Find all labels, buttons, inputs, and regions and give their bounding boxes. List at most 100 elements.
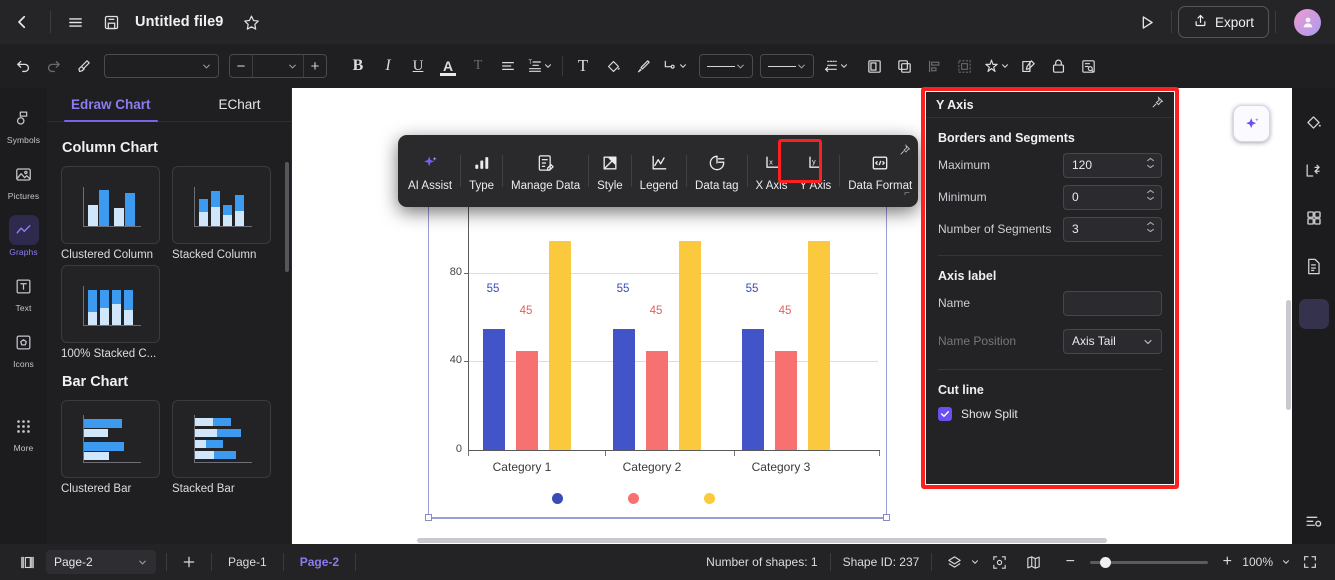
connector-icon[interactable] xyxy=(658,51,692,81)
canvas-horizontal-scrollbar[interactable] xyxy=(292,537,1292,544)
back-button[interactable] xyxy=(0,0,44,44)
strikethrough-button[interactable]: T xyxy=(463,51,493,81)
sidebar-item-more[interactable]: More xyxy=(0,404,47,460)
decrease-font-size-button[interactable]: − xyxy=(230,55,252,77)
font-size-select[interactable] xyxy=(252,55,304,77)
name-position-select[interactable]: Axis Tail xyxy=(1063,328,1162,354)
bar-s3-c2[interactable] xyxy=(679,241,701,450)
chart-card-hundred-stacked-column[interactable]: 100% Stacked C... xyxy=(61,265,160,360)
page-select[interactable]: Page-2 xyxy=(46,550,156,574)
sidebar-item-pictures[interactable]: Pictures xyxy=(0,152,47,208)
bar-s2-c1[interactable] xyxy=(516,351,538,450)
toolbar-data-tag[interactable]: Data tag xyxy=(689,140,744,202)
segments-stepper[interactable] xyxy=(1146,221,1155,233)
layers-icon[interactable] xyxy=(940,544,968,580)
settings-sliders-icon[interactable] xyxy=(1292,496,1335,544)
hamburger-menu-icon[interactable] xyxy=(57,4,93,40)
list-style-icon[interactable] xyxy=(819,51,853,81)
zoom-value[interactable]: 100% xyxy=(1238,555,1277,569)
underline-button[interactable]: U xyxy=(403,51,433,81)
sidebar-item-graphs[interactable]: Graphs xyxy=(0,208,47,264)
italic-button[interactable]: I xyxy=(373,51,403,81)
pin-icon[interactable] xyxy=(899,143,911,161)
selection-handle-bottom-right[interactable] xyxy=(883,514,890,521)
canvas-vertical-scrollbar[interactable] xyxy=(1286,300,1291,410)
bar-s3-c3[interactable] xyxy=(808,241,830,450)
increase-font-size-button[interactable]: + xyxy=(304,55,326,77)
zoom-out-button[interactable]: − xyxy=(1058,544,1082,580)
format-painter-icon[interactable] xyxy=(68,51,98,81)
undo-icon[interactable] xyxy=(8,51,38,81)
frame-icon[interactable] xyxy=(859,51,889,81)
export-button[interactable]: Export xyxy=(1177,6,1269,38)
text-box-icon[interactable]: T xyxy=(568,51,598,81)
toolbar-type[interactable]: Type xyxy=(463,140,500,202)
line-style-select[interactable] xyxy=(699,54,753,78)
bar-s1-c3[interactable] xyxy=(742,329,764,450)
legend-marker-series-3[interactable] xyxy=(704,493,715,504)
page-tab-page-2[interactable]: Page-2 xyxy=(284,544,355,580)
font-color-button[interactable]: A xyxy=(433,51,463,81)
document-icon[interactable] xyxy=(1292,242,1335,290)
sidebar-item-icons[interactable]: Icons xyxy=(0,320,47,376)
zoom-slider-knob[interactable] xyxy=(1100,556,1112,568)
plus-icon[interactable] xyxy=(167,544,211,580)
focus-icon[interactable] xyxy=(982,544,1016,580)
paint-bucket-icon[interactable] xyxy=(598,51,628,81)
pin-icon[interactable] xyxy=(1151,95,1164,114)
document-title[interactable]: Untitled file9 xyxy=(135,14,223,30)
sidebar-item-symbols[interactable]: Symbols xyxy=(0,96,47,152)
toolbar-ai-assist[interactable]: AI Assist xyxy=(402,140,458,202)
row-show-split[interactable]: Show Split xyxy=(926,401,1174,421)
chart-card-stacked-column[interactable]: Stacked Column xyxy=(172,166,271,261)
toolbar-legend[interactable]: Legend xyxy=(634,140,684,202)
toolbar-style[interactable]: Style xyxy=(591,140,629,202)
chart-card-clustered-bar[interactable]: Clustered Bar xyxy=(61,400,160,495)
toolbar-overflow-icon[interactable]: ⌐ xyxy=(904,188,910,199)
tab-echart[interactable]: EChart xyxy=(209,88,271,121)
magic-wand-icon[interactable] xyxy=(979,51,1013,81)
fill-color-icon[interactable] xyxy=(1292,98,1335,146)
layers-chevron-icon[interactable] xyxy=(968,544,982,580)
line-weight-select[interactable] xyxy=(760,54,814,78)
minimum-stepper[interactable] xyxy=(1146,189,1155,201)
duplicate-icon[interactable] xyxy=(889,51,919,81)
panel-scrollbar[interactable] xyxy=(285,162,289,272)
number-of-segments-input[interactable]: 3 xyxy=(1063,216,1162,242)
bar-s1-c2[interactable] xyxy=(613,329,635,450)
page-layout-icon[interactable] xyxy=(12,544,42,580)
chart-card-clustered-column[interactable]: Clustered Column xyxy=(61,166,160,261)
avatar[interactable] xyxy=(1294,8,1321,36)
minimum-input[interactable]: 0 xyxy=(1063,184,1162,210)
bar-s1-c1[interactable] xyxy=(483,329,505,450)
grid-apps-icon[interactable] xyxy=(1292,194,1335,242)
brush-icon[interactable] xyxy=(628,51,658,81)
fullscreen-icon[interactable] xyxy=(1295,544,1325,580)
selection-handle-bottom-left[interactable] xyxy=(425,514,432,521)
swap-icon[interactable] xyxy=(1292,146,1335,194)
save-disk-icon[interactable] xyxy=(93,4,129,40)
tab-edraw-chart[interactable]: Edraw Chart xyxy=(61,88,161,122)
group-icon[interactable] xyxy=(949,51,979,81)
bar-s2-c2[interactable] xyxy=(646,351,668,450)
toolbar-manage-data[interactable]: Manage Data xyxy=(505,140,586,202)
align-left-icon[interactable] xyxy=(493,51,523,81)
blank-panel-icon[interactable] xyxy=(1292,290,1335,338)
legend-marker-series-1[interactable] xyxy=(552,493,563,504)
chart-card-stacked-bar[interactable]: Stacked Bar xyxy=(172,400,271,495)
bar-s3-c1[interactable] xyxy=(549,241,571,450)
zoom-in-button[interactable]: + xyxy=(1216,544,1238,580)
edit-comment-icon[interactable] xyxy=(1013,51,1043,81)
bar-s2-c3[interactable] xyxy=(775,351,797,450)
play-triangle-icon[interactable] xyxy=(1129,4,1165,40)
star-icon[interactable] xyxy=(233,4,269,40)
find-replace-icon[interactable] xyxy=(1073,51,1103,81)
align-objects-icon[interactable] xyxy=(919,51,949,81)
page-tab-page-1[interactable]: Page-1 xyxy=(212,544,283,580)
lock-icon[interactable] xyxy=(1043,51,1073,81)
zoom-chevron-icon[interactable] xyxy=(1277,544,1295,580)
map-icon[interactable] xyxy=(1016,544,1050,580)
show-split-checkbox[interactable] xyxy=(938,407,952,421)
font-family-select[interactable] xyxy=(104,54,219,78)
zoom-slider[interactable] xyxy=(1090,556,1209,568)
